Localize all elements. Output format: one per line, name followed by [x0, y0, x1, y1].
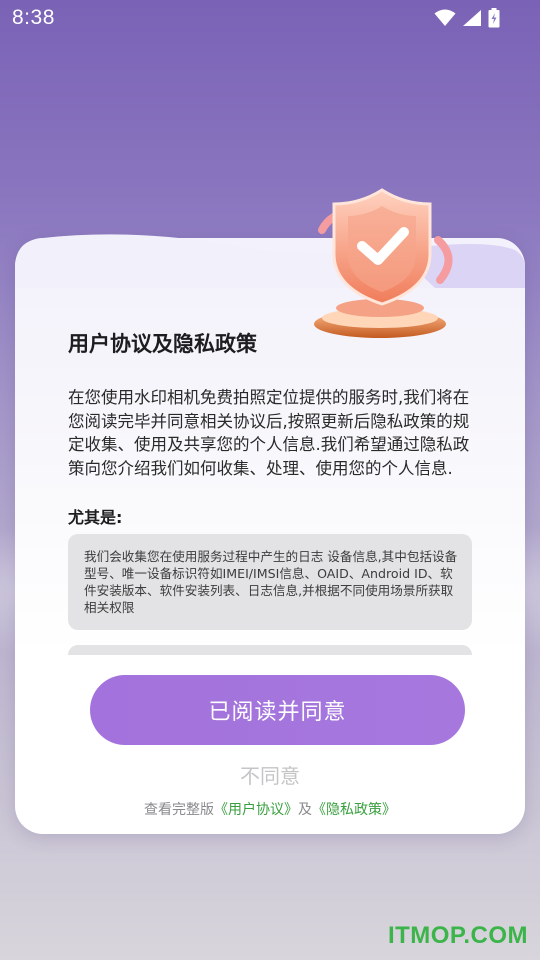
shield-check-icon: [300, 184, 470, 344]
status-bar: 8:38: [0, 0, 540, 38]
battery-icon: [488, 8, 500, 32]
status-time: 8:38: [12, 6, 55, 29]
dialog-intro-text: 在您使用水印相机免费拍照定位提供的服务时,我们将在您阅读完毕并同意相关协议后,按…: [68, 388, 470, 478]
footer-prefix: 查看完整版: [144, 802, 214, 818]
signal-icon: [462, 9, 482, 31]
especially-label: 尤其是:: [68, 508, 123, 527]
detail-info-box[interactable]: 我们会收集您在使用服务过程中产生的日志 设备信息,其中包括设备型号、唯一设备标识…: [68, 534, 472, 630]
dialog-title: 用户协议及隐私政策: [68, 332, 257, 356]
privacy-policy-link[interactable]: 《隐私政策》: [312, 802, 396, 818]
disagree-button[interactable]: 不同意: [0, 760, 540, 789]
wifi-icon: [434, 9, 456, 31]
agree-button[interactable]: 已阅读并同意: [90, 675, 465, 745]
detail-text: 我们会收集您在使用服务过程中产生的日志 设备信息,其中包括设备型号、唯一设备标识…: [84, 549, 458, 615]
site-watermark: ITMOP.COM: [387, 922, 528, 949]
footer-links: 查看完整版《用户协议》及《隐私政策》: [0, 799, 540, 819]
status-icons: [434, 8, 500, 32]
user-agreement-link[interactable]: 《用户协议》: [214, 802, 298, 818]
footer-conjunction: 及: [298, 802, 312, 818]
scroll-fade: [30, 655, 510, 667]
